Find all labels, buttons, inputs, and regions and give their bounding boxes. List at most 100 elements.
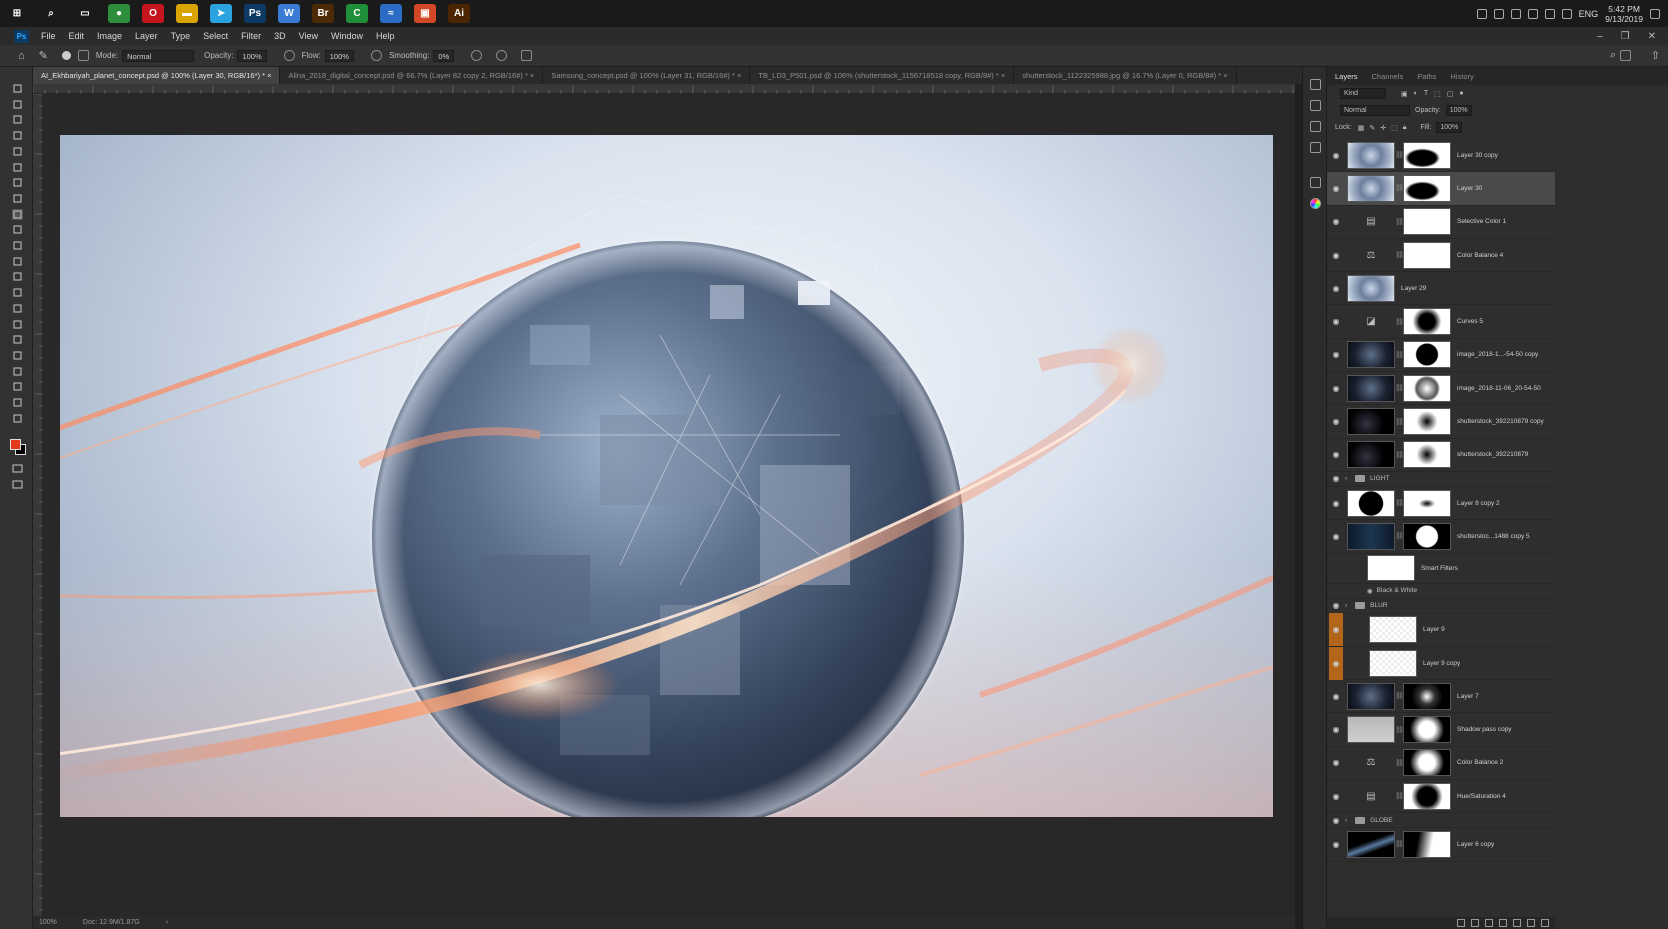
layer-opacity-field[interactable]: 100% xyxy=(1445,105,1472,116)
mask-link-icon[interactable]: ⛓ xyxy=(1395,726,1404,734)
opera-icon[interactable]: O xyxy=(142,4,164,23)
layer-thumbnail[interactable] xyxy=(1347,141,1395,169)
zoom-level[interactable]: 100% xyxy=(39,919,57,926)
artwork-canvas[interactable] xyxy=(60,135,1273,817)
layer-row[interactable]: ◉ ⛓ image_2018-1...-54-50 copy xyxy=(1327,339,1555,373)
layer-mask-thumbnail[interactable] xyxy=(1403,782,1451,810)
layer-mask-thumbnail[interactable] xyxy=(1403,308,1451,336)
adjustments-panel-icon[interactable] xyxy=(1310,100,1321,111)
visibility-eye-icon[interactable]: ◉ xyxy=(1331,601,1341,610)
share-icon[interactable]: ⇧ xyxy=(1651,49,1660,62)
link-layers-icon[interactable] xyxy=(1457,919,1465,927)
visibility-eye-icon[interactable]: ◉ xyxy=(1331,217,1341,226)
quick-mask-icon[interactable] xyxy=(12,463,23,474)
mask-link-icon[interactable]: ⛓ xyxy=(1395,532,1404,540)
menu-window[interactable]: Window xyxy=(331,31,363,41)
close-tab-icon[interactable]: × xyxy=(1221,71,1227,80)
mask-link-icon[interactable]: ⛓ xyxy=(1395,840,1404,848)
visibility-eye-icon[interactable]: ◉ xyxy=(1329,646,1343,680)
bridge-icon[interactable]: Br xyxy=(312,4,334,23)
menu-type[interactable]: Type xyxy=(171,31,191,41)
smoothing-settings-icon[interactable] xyxy=(471,50,483,61)
visibility-eye-icon[interactable]: ◉ xyxy=(1331,792,1341,801)
filter-shape-icon[interactable]: ⬚ xyxy=(1434,90,1441,98)
layer-row[interactable]: ◉ ⚖ ⛓ Color Balance 2 xyxy=(1327,747,1555,781)
pressure-size-icon[interactable] xyxy=(496,50,508,61)
brush-settings-panel-icon[interactable] xyxy=(1310,79,1321,90)
clock[interactable]: 5:42 PM 9/13/2019 xyxy=(1605,4,1643,24)
swatches-panel-icon[interactable] xyxy=(1310,177,1321,188)
visibility-eye-icon[interactable]: ◉ xyxy=(1331,284,1341,293)
filter-adjustment-icon[interactable]: ◐ xyxy=(1414,90,1418,97)
mask-link-icon[interactable]: ⛓ xyxy=(1395,451,1404,459)
lasso-tool-icon[interactable] xyxy=(12,114,23,125)
camtasia-icon[interactable]: C xyxy=(346,4,368,23)
layer-thumbnail[interactable] xyxy=(1347,441,1395,469)
smart-filters-row[interactable]: Smart Filters xyxy=(1327,554,1555,584)
crop-tool-icon[interactable] xyxy=(12,146,23,157)
filter-visibility-icon[interactable]: ◉ xyxy=(1367,587,1373,595)
menu-select[interactable]: Select xyxy=(203,31,228,41)
layer-mask-thumbnail[interactable] xyxy=(1403,141,1451,169)
layer-thumbnail[interactable] xyxy=(1347,830,1395,858)
visibility-eye-icon[interactable]: ◉ xyxy=(1331,384,1341,393)
app-w-icon[interactable]: W xyxy=(278,4,300,23)
chrome-icon[interactable]: ● xyxy=(108,4,130,23)
volume-icon[interactable] xyxy=(1510,8,1521,19)
history-brush-tool-icon[interactable] xyxy=(12,240,23,251)
visibility-eye-icon[interactable]: ◉ xyxy=(1331,317,1341,326)
type-tool-icon[interactable] xyxy=(12,334,23,345)
mask-link-icon[interactable]: ⛓ xyxy=(1395,499,1404,507)
chevron-up-icon[interactable] xyxy=(1476,8,1487,19)
add-mask-icon[interactable] xyxy=(1485,919,1493,927)
document-tab[interactable]: Samsung_concept.psd @ 100% (Layer 31, RG… xyxy=(543,67,751,84)
more-tools-icon[interactable] xyxy=(12,413,23,424)
close-tab-icon[interactable]: × xyxy=(265,71,271,80)
visibility-eye-icon[interactable]: ◉ xyxy=(1331,816,1341,825)
visibility-eye-icon[interactable]: ◉ xyxy=(1331,758,1341,767)
windows-start-icon[interactable]: ⊞ xyxy=(6,4,28,23)
layer-thumbnail[interactable] xyxy=(1347,374,1395,402)
panel-tab-paths[interactable]: Paths xyxy=(1417,72,1436,81)
brush-tool-icon[interactable]: ✎ xyxy=(39,49,48,62)
filter-type-icon[interactable]: T xyxy=(1424,90,1428,97)
onedrive-icon[interactable] xyxy=(1544,8,1555,19)
language-indicator[interactable]: ENG xyxy=(1579,9,1599,19)
menu-help[interactable]: Help xyxy=(376,31,395,41)
mode-select[interactable]: Normal xyxy=(122,49,195,62)
document-tab[interactable]: Alina_2018_digital_concept.psd @ 66.7% (… xyxy=(280,67,544,84)
document-tab[interactable]: shutterstock_1122325988.jpg @ 16.7% (Lay… xyxy=(1014,67,1237,84)
layer-row[interactable]: ◉ ⛓ Layer 7 xyxy=(1327,680,1555,714)
menu-layer[interactable]: Layer xyxy=(135,31,158,41)
app-wave-icon[interactable]: ≈ xyxy=(380,4,402,23)
flow-field[interactable]: 100% xyxy=(324,49,354,62)
symmetry-icon[interactable] xyxy=(521,50,533,61)
layer-mask-thumbnail[interactable] xyxy=(1403,749,1451,777)
visibility-eye-icon[interactable]: ◉ xyxy=(1331,725,1341,734)
layer-row[interactable]: ◉ ⛓ shutterstock_392210879 xyxy=(1327,439,1555,472)
home-icon[interactable]: ⌂ xyxy=(18,50,25,62)
panel-tab-channels[interactable]: Channels xyxy=(1372,72,1404,81)
close-icon[interactable]: ✕ xyxy=(1648,31,1656,42)
restore-icon[interactable]: ❐ xyxy=(1621,31,1630,42)
dodge-tool-icon[interactable] xyxy=(12,303,23,314)
visibility-eye-icon[interactable]: ◉ xyxy=(1331,184,1341,193)
layer-group[interactable]: ◉ › LIGHT xyxy=(1327,472,1555,487)
telegram-icon[interactable]: ➤ xyxy=(210,4,232,23)
brush-preset-icon[interactable] xyxy=(61,51,71,60)
layer-mask-thumbnail[interactable] xyxy=(1403,241,1451,269)
airbrush-icon[interactable] xyxy=(370,50,382,61)
eraser-tool-icon[interactable] xyxy=(12,256,23,267)
group-expand-icon[interactable]: › xyxy=(1345,817,1347,824)
layer-thumbnail[interactable] xyxy=(1347,341,1395,369)
workspace-icon[interactable] xyxy=(1620,50,1631,61)
layer-mask-thumbnail[interactable] xyxy=(1403,341,1451,369)
visibility-eye-icon[interactable]: ◉ xyxy=(1331,417,1341,426)
menu-edit[interactable]: Edit xyxy=(69,31,85,41)
layer-mask-thumbnail[interactable] xyxy=(1403,374,1451,402)
kind-filter-select[interactable]: Kind xyxy=(1340,88,1386,99)
layer-row[interactable]: ◉ ⛓ Layer 6 copy xyxy=(1327,828,1555,862)
layer-thumbnail[interactable] xyxy=(1347,408,1395,436)
group-expand-icon[interactable]: › xyxy=(1345,475,1347,482)
marquee-tool-icon[interactable] xyxy=(12,99,23,110)
